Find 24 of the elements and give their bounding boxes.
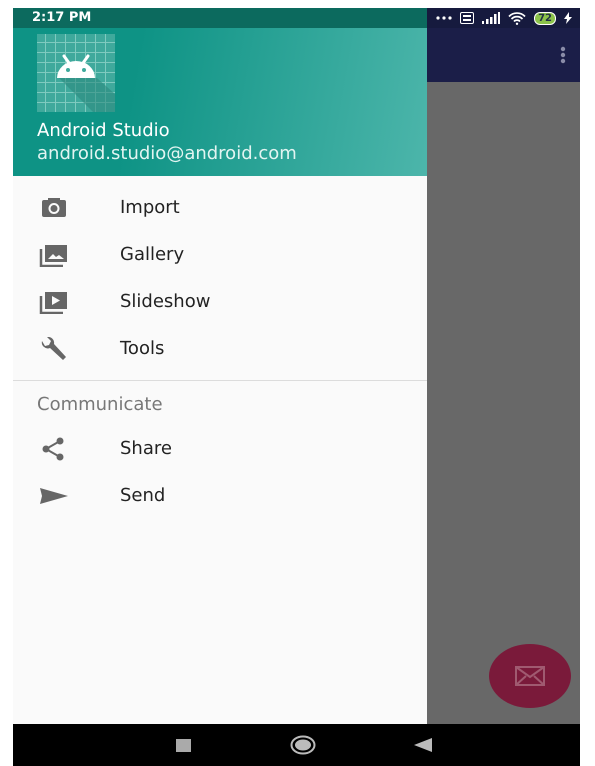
mail-icon <box>515 666 545 686</box>
battery-level: 72 <box>534 12 556 24</box>
overflow-menu-icon[interactable] <box>560 46 566 64</box>
wifi-icon <box>508 12 526 24</box>
drawer-menu-item[interactable]: Share <box>13 425 427 472</box>
home-button[interactable] <box>290 735 316 755</box>
drawer-menu-item[interactable]: Gallery <box>13 231 427 278</box>
account-email: android.studio@android.com <box>37 142 298 165</box>
app-logo-icon <box>37 34 115 112</box>
volte-icon <box>460 12 474 24</box>
drawer-menu-item[interactable]: Import <box>13 184 427 231</box>
account-name: Android Studio <box>37 120 171 142</box>
drawer-menu-item[interactable]: Slideshow <box>13 278 427 325</box>
more-notifications-icon <box>436 16 452 20</box>
section-heading: Communicate <box>36 393 164 417</box>
status-time: 2:17 PM <box>32 9 92 28</box>
drawer-menu-item[interactable]: Send <box>13 472 427 519</box>
recent-apps-button[interactable] <box>176 738 190 752</box>
back-button[interactable] <box>414 738 432 752</box>
gallery-icon <box>38 242 70 266</box>
charging-icon <box>564 12 572 24</box>
drawer-menu-item[interactable]: Tools <box>13 325 427 372</box>
signal-icon <box>482 12 500 24</box>
slideshow-icon <box>38 290 70 314</box>
